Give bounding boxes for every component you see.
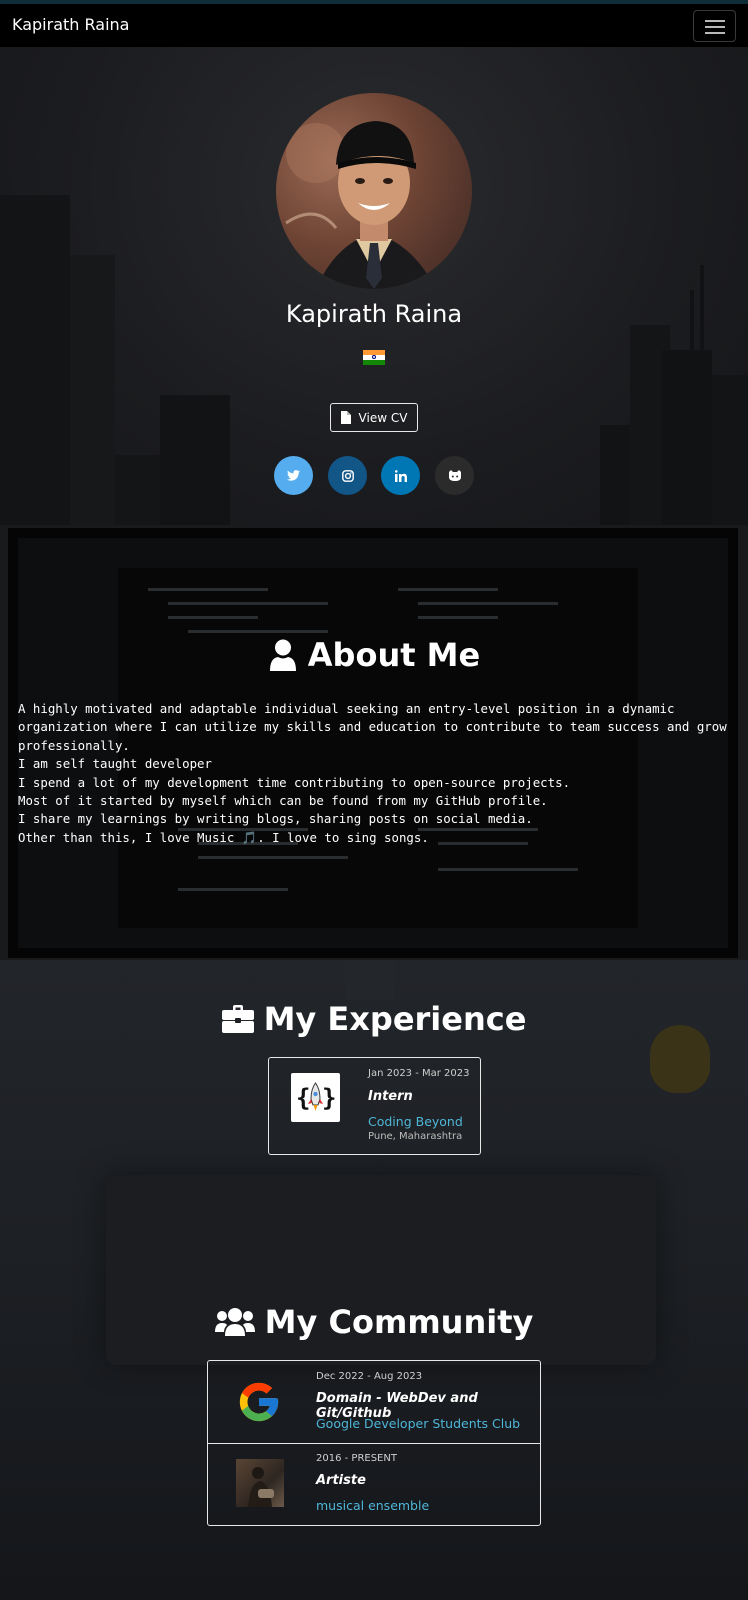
community-title-bold: Community	[328, 1303, 534, 1341]
community-title: My Community	[0, 1303, 748, 1341]
experience-date: Jan 2023 - Mar 2023	[368, 1068, 470, 1079]
about-text: A highly motivated and adaptable individ…	[18, 700, 730, 847]
view-cv-button[interactable]: View CV	[330, 403, 418, 432]
building-silhouette	[160, 395, 230, 525]
svg-text:}: }	[322, 1084, 336, 1112]
community-role: Artiste	[316, 1473, 366, 1488]
file-icon	[340, 411, 351, 424]
linkedin-icon	[394, 469, 407, 482]
google-icon	[236, 1379, 282, 1425]
india-flag-icon	[363, 350, 385, 365]
building-silhouette	[70, 255, 115, 525]
navbar: Kapirath Raina	[0, 0, 748, 47]
about-line: A highly motivated and adaptable individ…	[18, 701, 727, 753]
experience-title: My Experience	[0, 1000, 748, 1038]
community-org[interactable]: Google Developer Students Club	[316, 1416, 520, 1431]
building-silhouette	[712, 375, 748, 525]
svg-text:{: {	[296, 1084, 310, 1112]
about-title: About Me	[0, 636, 748, 674]
about-line: Most of it started by myself which can b…	[18, 793, 548, 809]
rocket-braces-icon: { }	[291, 1073, 340, 1122]
experience-role: Intern	[368, 1089, 413, 1104]
briefcase-icon	[221, 1005, 254, 1033]
building-silhouette	[0, 195, 70, 525]
about-line: Other than this, I love Music 🎵. I love …	[18, 829, 429, 845]
profile-name: Kapirath Raina	[285, 300, 463, 328]
community-date: 2016 - PRESENT	[316, 1453, 397, 1464]
github-icon	[448, 469, 461, 481]
github-button[interactable]	[435, 456, 474, 495]
about-title-bold: About	[307, 636, 416, 674]
avatar	[276, 93, 472, 289]
card-divider	[208, 1443, 540, 1444]
music-photo	[236, 1459, 284, 1507]
building-silhouette	[662, 350, 712, 525]
experience-title-bold: Experience	[327, 1000, 527, 1038]
twitter-icon	[287, 470, 300, 481]
about-line: I share my learnings by writing blogs, s…	[18, 811, 533, 827]
experience-org[interactable]: Coding Beyond	[368, 1114, 463, 1129]
about-line: I am self taught developer	[18, 756, 212, 772]
hamburger-icon[interactable]	[693, 10, 736, 42]
user-icon	[269, 639, 296, 671]
about-title-light: Me	[426, 636, 481, 674]
instagram-button[interactable]	[328, 456, 367, 495]
instagram-icon	[341, 469, 354, 482]
community-org[interactable]: musical ensemble	[316, 1498, 429, 1513]
monitor-stand	[345, 960, 395, 1000]
experience-location: Pune, Maharashtra	[368, 1131, 463, 1142]
experience-card: { } Jan 2023 - Mar 2023 Intern Coding Be…	[268, 1057, 481, 1155]
view-cv-label: View CV	[358, 410, 408, 425]
community-date: Dec 2022 - Aug 2023	[316, 1371, 423, 1382]
users-icon	[214, 1308, 255, 1336]
community-title-light: My	[264, 1303, 318, 1341]
navbar-brand[interactable]: Kapirath Raina	[12, 15, 129, 34]
community-card: Dec 2022 - Aug 2023 Domain - WebDev and …	[207, 1360, 541, 1526]
experience-title-light: My	[263, 1000, 317, 1038]
linkedin-button[interactable]	[381, 456, 420, 495]
about-line: I spend a lot of my development time con…	[18, 774, 571, 790]
twitter-button[interactable]	[274, 456, 313, 495]
